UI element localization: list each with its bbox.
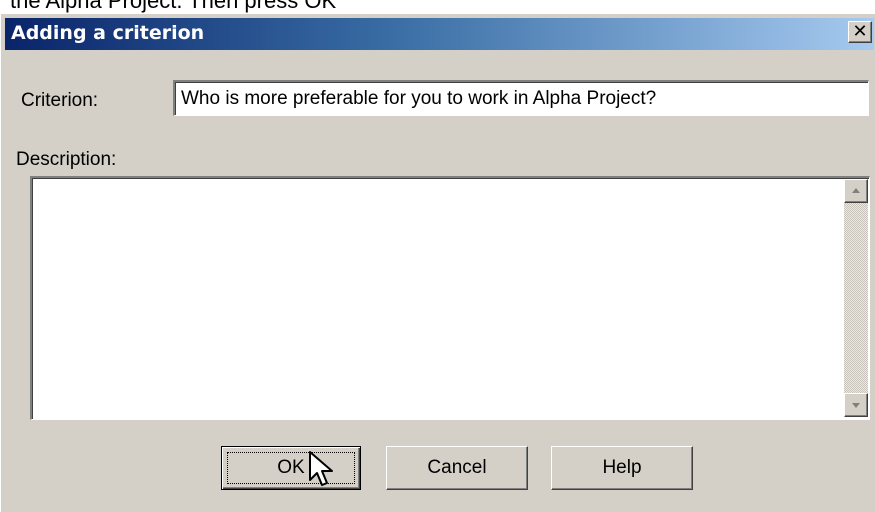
- criterion-input-value: Who is more preferable for you to work i…: [181, 88, 657, 109]
- description-label: Description:: [16, 149, 117, 170]
- description-textarea[interactable]: [30, 176, 870, 420]
- description-scrollbar[interactable]: [844, 179, 868, 417]
- close-button[interactable]: ✕: [848, 21, 872, 43]
- help-button-label: Help: [602, 457, 642, 478]
- scroll-track[interactable]: [844, 203, 868, 393]
- scroll-up-button[interactable]: [844, 179, 868, 203]
- cancel-button-label: Cancel: [427, 457, 487, 478]
- help-button[interactable]: Help: [551, 446, 693, 490]
- background-instruction-text: the Alpha Project. Then press OK: [10, 0, 337, 13]
- criterion-label: Criterion:: [21, 90, 99, 111]
- close-icon: ✕: [852, 21, 868, 42]
- scroll-up-arrow-icon: [852, 188, 860, 193]
- criterion-input[interactable]: Who is more preferable for you to work i…: [173, 80, 869, 116]
- screen: the Alpha Project. Then press OK Adding …: [0, 0, 875, 512]
- dialog-title: Adding a criterion: [11, 22, 205, 44]
- background-window: the Alpha Project. Then press OK: [0, 0, 875, 14]
- adding-criterion-dialog: Adding a criterion ✕ Criterion: Who is m…: [0, 14, 875, 512]
- scroll-down-arrow-icon: [852, 403, 860, 408]
- dialog-titlebar[interactable]: Adding a criterion ✕: [5, 18, 874, 50]
- ok-button[interactable]: OK: [221, 446, 361, 490]
- ok-button-label: OK: [277, 457, 305, 478]
- cancel-button[interactable]: Cancel: [386, 446, 528, 490]
- scroll-down-button[interactable]: [844, 393, 868, 417]
